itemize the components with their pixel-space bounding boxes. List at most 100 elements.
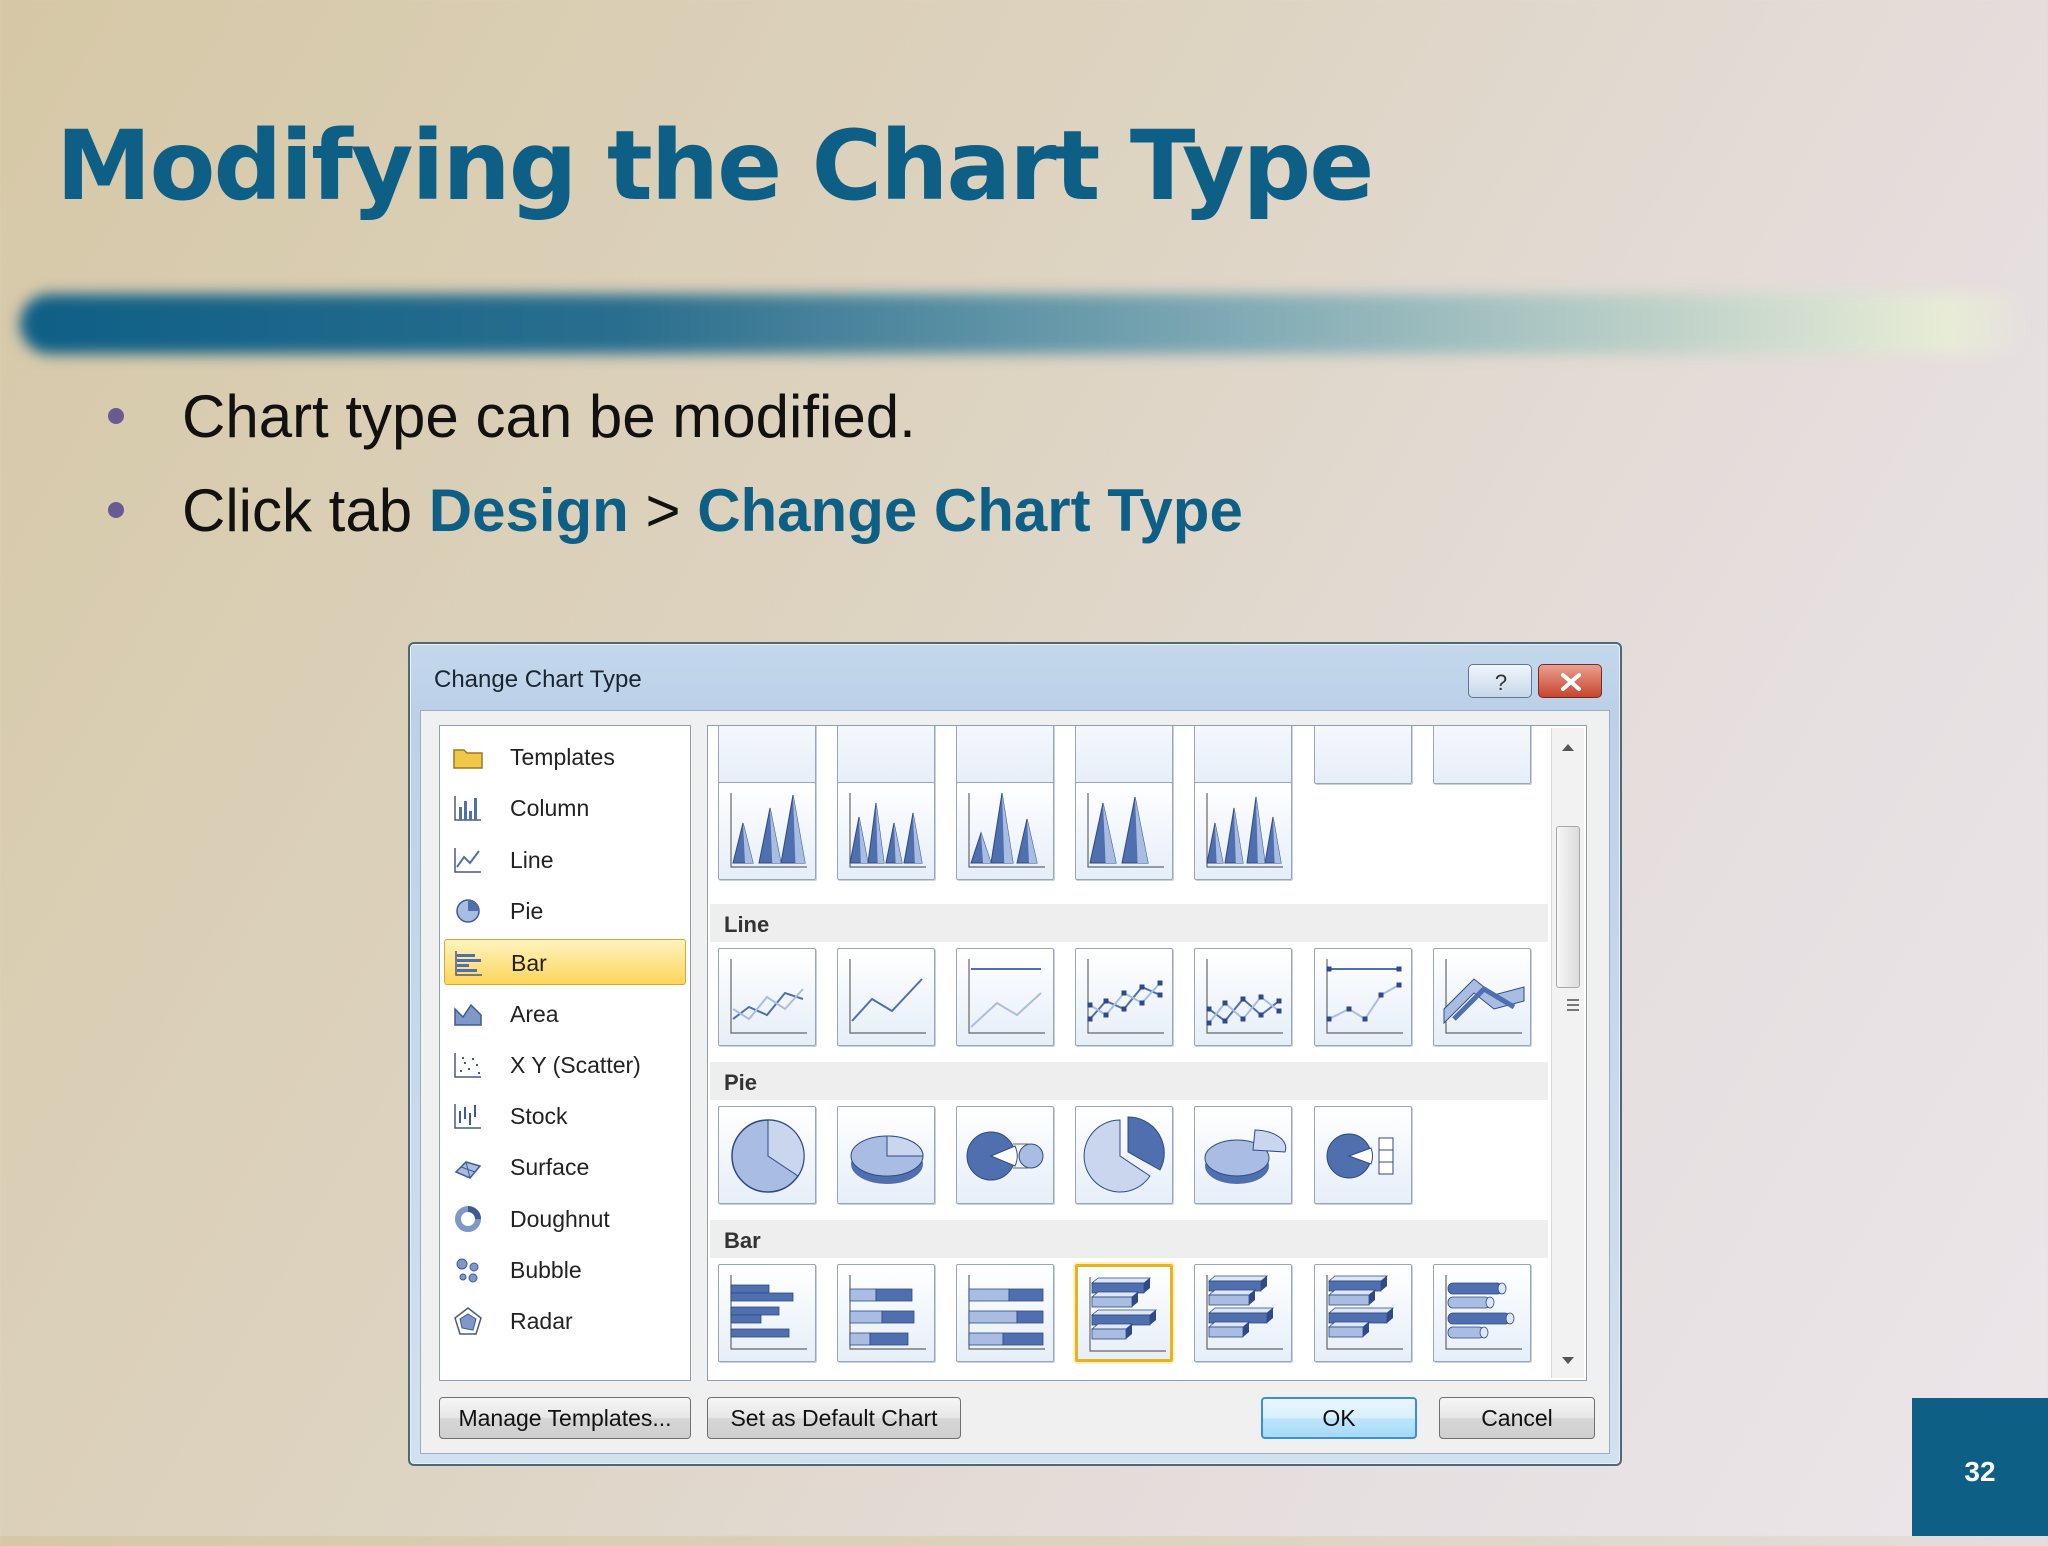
scatter-chart-icon xyxy=(454,1052,481,1078)
category-item-surface[interactable]: Surface xyxy=(444,1144,686,1190)
cones-chart-preview-icon xyxy=(968,792,1045,868)
pie-subtype-6-thumbnail[interactable] xyxy=(1314,1106,1412,1204)
clustered-bar-3d-thumbnail[interactable] xyxy=(1075,1264,1173,1362)
bar-chart-preview-icon xyxy=(968,1275,1045,1350)
category-item-doughnut[interactable]: Doughnut xyxy=(444,1196,686,1242)
cylinder-subtype-2-thumbnail[interactable] xyxy=(837,725,936,785)
line-subtype-1-thumbnail[interactable] xyxy=(718,948,816,1046)
category-label: X Y (Scatter) xyxy=(510,1051,641,1078)
category-item-bubble[interactable]: Bubble xyxy=(444,1247,686,1293)
category-item-bar[interactable]: Bar xyxy=(444,939,686,986)
bar-chart-preview-icon xyxy=(1326,1275,1403,1350)
cone-subtype-3-thumbnail[interactable] xyxy=(956,782,1054,880)
cones-chart-preview-icon xyxy=(1206,793,1283,868)
bullet-dot xyxy=(108,502,124,518)
cylinder-subtype-5-thumbnail[interactable] xyxy=(1194,726,1292,784)
help-button[interactable]: ? xyxy=(1468,664,1532,698)
cyl-chart-preview-icon xyxy=(1076,725,1174,785)
bar-subtype-7-thumbnail[interactable] xyxy=(1433,1264,1531,1362)
pie-subtype-3-thumbnail[interactable] xyxy=(956,1106,1054,1204)
cone-subtype-2-thumbnail[interactable] xyxy=(837,782,935,880)
gallery-scrollbar[interactable] xyxy=(1551,728,1584,1378)
cylinder-subtype-7-thumbnail[interactable] xyxy=(1433,725,1532,785)
close-button[interactable] xyxy=(1538,664,1602,698)
cyl-chart-preview-icon xyxy=(1315,725,1413,785)
cyl-chart-preview-icon xyxy=(1434,725,1532,785)
bar-chart-preview-icon xyxy=(1445,1275,1522,1350)
cylinder-subtype-3-thumbnail[interactable] xyxy=(956,726,1054,784)
line-chart-preview-icon xyxy=(968,959,1045,1034)
category-label: Stock xyxy=(510,1103,568,1130)
category-label: Radar xyxy=(510,1308,573,1335)
line-subtype-2-thumbnail[interactable] xyxy=(837,948,935,1046)
doughnut-chart-icon xyxy=(455,1205,481,1232)
bar-subtype-2-thumbnail[interactable] xyxy=(837,1264,935,1362)
cone-subtype-5-thumbnail[interactable] xyxy=(1194,782,1292,880)
category-label: Column xyxy=(510,795,590,822)
cylinder-subtype-6-thumbnail[interactable] xyxy=(1314,725,1413,785)
category-item-templates[interactable]: Templates xyxy=(444,734,686,780)
pie-subtype-1-thumbnail[interactable] xyxy=(718,1106,816,1204)
folder-icon xyxy=(453,749,483,769)
category-label: Bar xyxy=(511,950,547,977)
pie-chart-preview-icon xyxy=(1083,1116,1165,1193)
line-chart-icon xyxy=(454,847,481,873)
scrollbar-thumb[interactable] xyxy=(1556,826,1580,1001)
category-item-line[interactable]: Line xyxy=(444,837,686,883)
category-item-stock[interactable]: Stock xyxy=(444,1093,686,1139)
category-item-column[interactable]: Column xyxy=(444,785,686,831)
cancel-button[interactable]: Cancel xyxy=(1439,1397,1595,1439)
grip-icon xyxy=(1567,999,1579,1001)
section-heading-line: Line xyxy=(710,904,1548,942)
line-chart-preview-icon xyxy=(1206,959,1283,1034)
pie-chart-preview-icon xyxy=(1204,1129,1287,1184)
bullet-separator: > xyxy=(628,477,698,544)
section-heading-pie: Pie xyxy=(710,1062,1548,1100)
chart-category-list: Templates Column Line Pie Bar Area X Y (Scatte… xyxy=(439,725,691,1381)
bar-subtype-1-thumbnail[interactable] xyxy=(718,1264,816,1362)
bar-chart-preview-icon xyxy=(730,1275,807,1350)
cylinder-subtype-4-thumbnail[interactable] xyxy=(1075,725,1174,785)
close-icon xyxy=(1561,673,1581,691)
category-item-area[interactable]: Area xyxy=(444,991,686,1037)
line-chart-preview-icon xyxy=(730,959,807,1034)
pie-chart-preview-icon xyxy=(731,1119,805,1193)
line-chart-preview-icon xyxy=(849,959,926,1034)
scroll-down-arrow-icon[interactable] xyxy=(1562,1357,1574,1364)
manage-templates-button[interactable]: Manage Templates... xyxy=(439,1397,691,1439)
cylinder-subtype-1-thumbnail[interactable] xyxy=(718,726,816,784)
set-default-chart-button[interactable]: Set as Default Chart xyxy=(707,1397,961,1439)
category-item-x-y-scatter[interactable]: X Y (Scatter) xyxy=(444,1042,686,1088)
line-subtype-3-thumbnail[interactable] xyxy=(956,948,1054,1046)
line-subtype-7-thumbnail[interactable] xyxy=(1433,948,1531,1046)
line-subtype-4-thumbnail[interactable] xyxy=(1075,948,1173,1046)
cyl-chart-preview-icon xyxy=(838,725,936,785)
category-label: Templates xyxy=(510,744,615,770)
category-item-pie[interactable]: Pie xyxy=(444,888,686,934)
bullet-prefix: Click tab xyxy=(182,477,429,544)
stock-chart-icon xyxy=(454,1104,481,1129)
line-subtype-6-thumbnail[interactable] xyxy=(1314,948,1412,1046)
pie-subtype-2-thumbnail[interactable] xyxy=(837,1106,935,1204)
slide-number: 32 xyxy=(1912,1398,2048,1536)
line-subtype-5-thumbnail[interactable] xyxy=(1194,948,1292,1046)
change-chart-type-reference: Change Chart Type xyxy=(697,477,1243,544)
cone-subtype-4-thumbnail[interactable] xyxy=(1075,782,1173,880)
cones-chart-preview-icon xyxy=(849,793,926,868)
category-label: Area xyxy=(510,1000,559,1027)
dialog-body: Templates Column Line Pie Bar Area X Y (Scatte… xyxy=(420,710,1610,1454)
bar-subtype-6-thumbnail[interactable] xyxy=(1314,1264,1412,1362)
category-label: Surface xyxy=(510,1154,590,1181)
area-chart-icon xyxy=(454,1003,482,1026)
bar-subtype-5-thumbnail[interactable] xyxy=(1194,1264,1292,1362)
pie-subtype-5-thumbnail[interactable] xyxy=(1194,1106,1292,1204)
pie-subtype-4-thumbnail[interactable] xyxy=(1075,1106,1173,1204)
category-item-radar[interactable]: Radar xyxy=(444,1298,686,1344)
line-chart-preview-icon xyxy=(1087,959,1164,1034)
category-label: Bubble xyxy=(510,1257,582,1283)
ok-button[interactable]: OK xyxy=(1261,1397,1417,1439)
change-chart-type-dialog: Change Chart Type ? Templates Column Line P… xyxy=(408,642,1622,1466)
scroll-up-arrow-icon[interactable] xyxy=(1562,744,1574,751)
cone-subtype-1-thumbnail[interactable] xyxy=(718,782,816,880)
bar-subtype-3-thumbnail[interactable] xyxy=(956,1264,1054,1362)
